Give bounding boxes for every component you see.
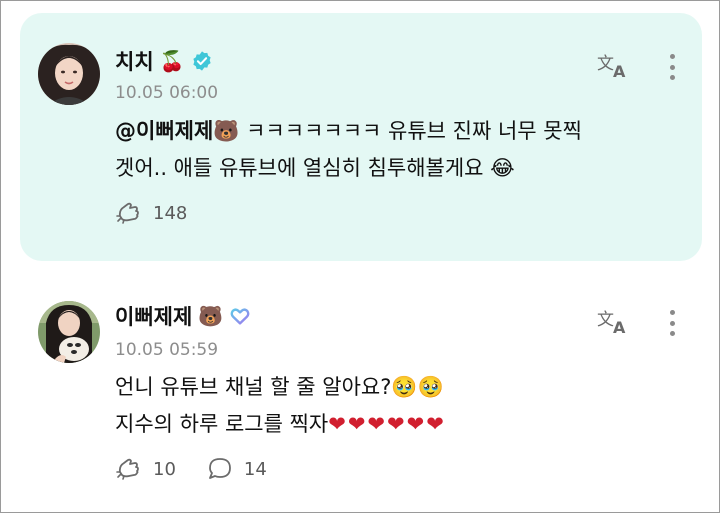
svg-text:文: 文 (597, 310, 614, 330)
like-button[interactable]: 10 (115, 455, 176, 483)
dot (669, 331, 675, 336)
comment-count: 14 (243, 458, 267, 480)
author-row: 이뻐제제 🐻 (115, 301, 251, 331)
avatar[interactable] (38, 43, 100, 105)
svg-text:文: 文 (597, 54, 614, 74)
dot (669, 64, 675, 70)
timestamp: 10.05 06:00 (115, 83, 219, 103)
highlighted-reply-card: 치치 🍒 10.05 06:00 @이뻐제제🐻 ㅋㅋㅋㅋㅋㅋㅋ 유튜브 진짜 너… (20, 13, 702, 261)
timestamp: 10.05 05:59 (115, 340, 219, 360)
red-hearts: ❤❤❤❤❤❤ (328, 412, 446, 436)
post-body: @이뻐제제🐻 ㅋㅋㅋㅋㅋㅋㅋ 유튜브 진짜 너무 못찍 겟어.. 애들 유튜브에… (115, 113, 675, 187)
post-line-2: 겟어.. 애들 유튜브에 열심히 침투해볼게요 😂 (115, 156, 515, 180)
bear-emoji: 🐻 (198, 304, 224, 328)
username[interactable]: 이뻐제제 (115, 301, 192, 331)
more-options-icon[interactable] (666, 51, 678, 83)
post-line-1: 언니 유튜브 채널 할 줄 알아요?🥹🥹 (115, 375, 444, 399)
post-actions: 148 (115, 199, 209, 227)
dot (669, 320, 675, 326)
cheer-icon (116, 458, 139, 480)
post-text: ㅋㅋㅋㅋㅋㅋㅋ 유튜브 진짜 너무 못찍 (239, 119, 582, 143)
dot (669, 54, 675, 59)
author-row: 치치 🍒 (115, 46, 213, 76)
translate-icon[interactable]: 文 A (596, 49, 632, 81)
svg-text:A: A (613, 62, 626, 81)
translate-icon[interactable]: 文 A (596, 305, 632, 337)
svg-text:A: A (613, 318, 626, 337)
like-count: 148 (153, 202, 188, 224)
like-button[interactable]: 148 (115, 199, 187, 227)
more-options-icon[interactable] (666, 307, 678, 339)
heart-outline-badge-icon (229, 305, 251, 327)
like-count: 10 (153, 458, 176, 480)
comment-button[interactable]: 14 (206, 455, 267, 483)
post-body: 언니 유튜브 채널 할 줄 알아요?🥹🥹 지수의 하루 로그를 찍자❤❤❤❤❤❤ (115, 369, 675, 443)
comment-bubble-icon (209, 458, 231, 479)
comment-thread: 치치 🍒 10.05 06:00 @이뻐제제🐻 ㅋㅋㅋㅋㅋㅋㅋ 유튜브 진짜 너… (0, 0, 720, 513)
mention-link[interactable]: @이뻐제제🐻 (115, 119, 239, 143)
dot (669, 75, 675, 80)
avatar[interactable] (38, 301, 100, 363)
cheer-icon (116, 202, 139, 224)
post-text: 지수의 하루 로그를 찍자 (115, 412, 329, 436)
original-comment-card: 이뻐제제 🐻 10.05 05:59 언니 유튜브 채널 할 줄 알아요?🥹🥹 … (20, 283, 702, 508)
dot (669, 310, 675, 315)
username[interactable]: 치치 (115, 46, 154, 76)
post-line-2: 지수의 하루 로그를 찍자❤❤❤❤❤❤ (115, 406, 675, 443)
post-line-1: @이뻐제제🐻 ㅋㅋㅋㅋㅋㅋㅋ 유튜브 진짜 너무 못찍 (115, 113, 675, 150)
verified-badge-icon (191, 50, 213, 72)
post-actions: 10 14 (115, 455, 289, 483)
cherry-emoji: 🍒 (159, 49, 185, 73)
